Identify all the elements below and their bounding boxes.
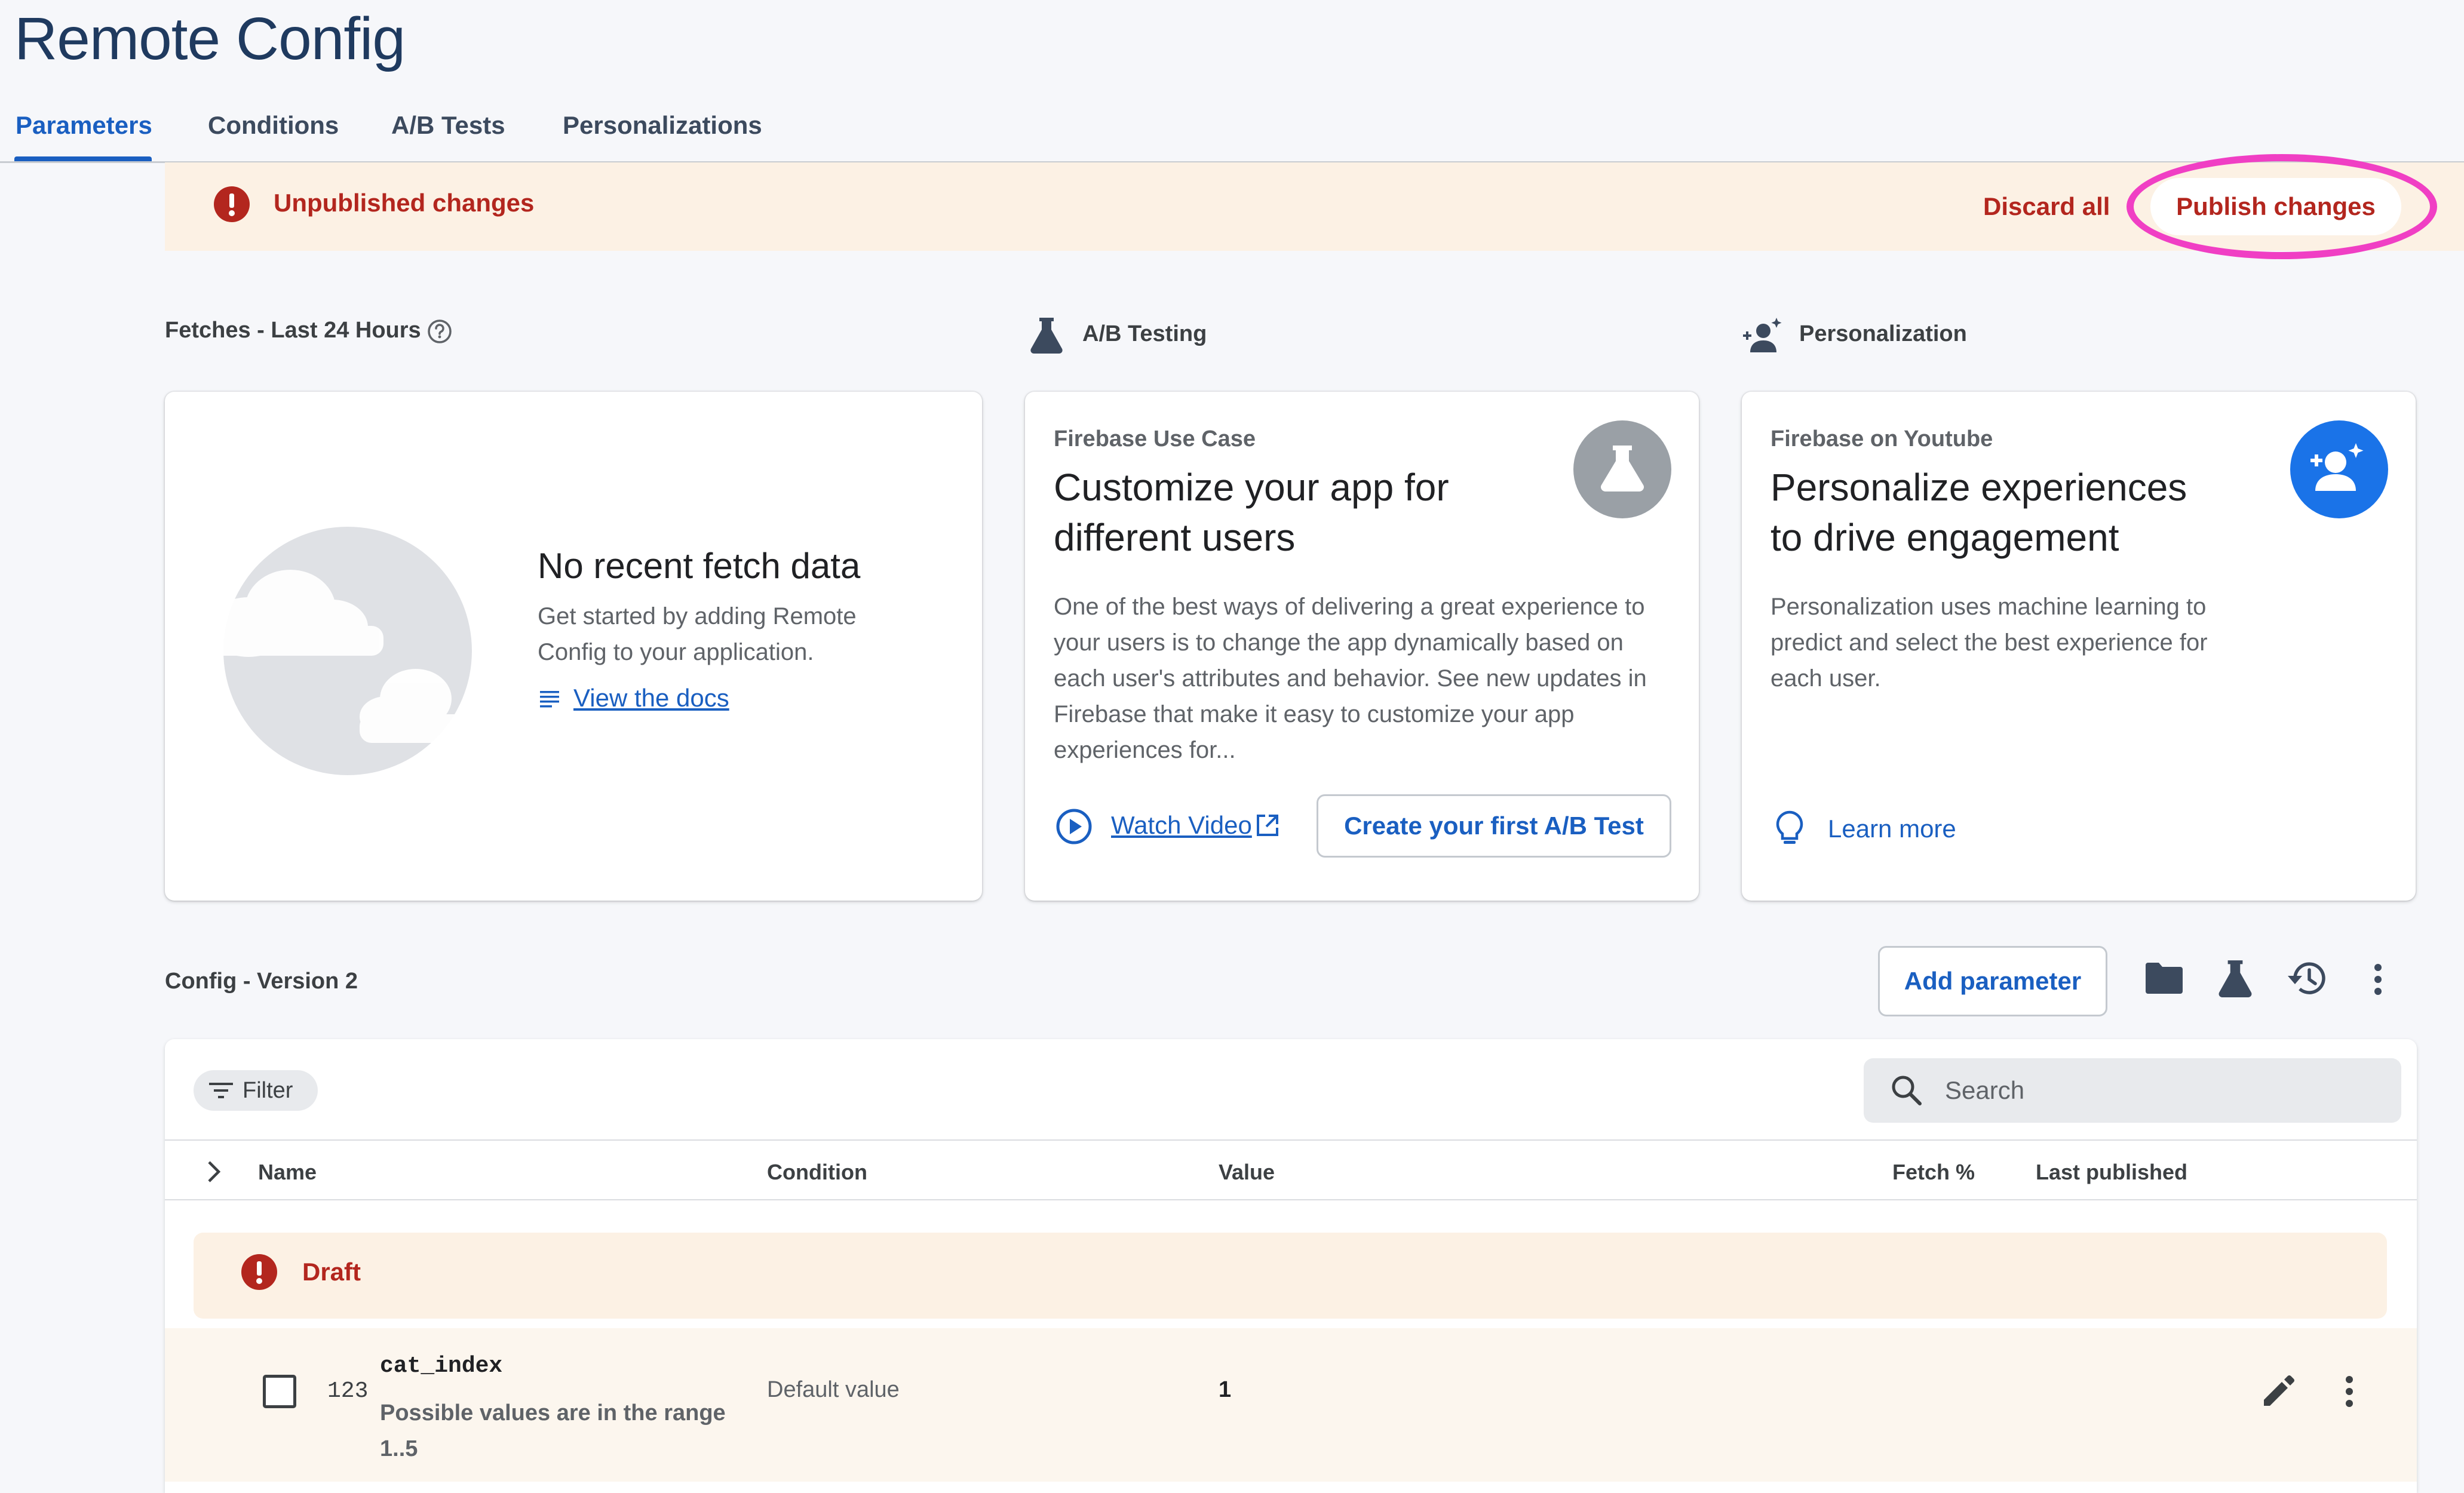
play-circle-icon[interactable] [1055, 807, 1093, 846]
page-title: Remote Config [14, 5, 406, 72]
draft-error-icon [240, 1253, 278, 1291]
parameter-value: 1 [1219, 1377, 1232, 1402]
create-ab-test-button[interactable]: Create your first A/B Test [1317, 794, 1671, 858]
parameter-name[interactable]: cat_index [380, 1353, 502, 1379]
highlight-annotation [2127, 154, 2437, 259]
docs-icon [540, 690, 561, 708]
help-icon[interactable] [426, 318, 453, 345]
filter-chip[interactable]: Filter [194, 1070, 318, 1111]
column-last-published[interactable]: Last published [2036, 1160, 2187, 1185]
folder-icon[interactable] [2144, 961, 2184, 995]
banner-message: Unpublished changes [274, 189, 535, 217]
fetch-card-body: Get started by adding Remote Config to y… [538, 603, 857, 665]
ab-testing-heading: A/B Testing [1082, 321, 1207, 346]
parameter-description: Possible values are in the range 1..5 [380, 1400, 726, 1461]
edit-pencil-icon[interactable] [2260, 1372, 2297, 1409]
table-header-divider-top [165, 1139, 2417, 1141]
personalization-card-body: Personalization uses machine learning to… [1770, 594, 2208, 692]
tab-bar: Parameters Conditions A/B Tests Personal… [0, 107, 2464, 163]
draft-label: Draft [302, 1258, 361, 1286]
search-icon [1890, 1074, 1923, 1107]
ab-flask-badge-icon [1573, 420, 1671, 518]
lightbulb-icon [1775, 810, 1804, 848]
table-header-divider-bottom [165, 1199, 2417, 1200]
config-version-label: Config - Version 2 [165, 969, 358, 994]
ab-card-eyebrow: Firebase Use Case [1054, 426, 1256, 451]
ab-card-title: Customize your app for different users [1054, 466, 1449, 559]
add-parameter-button[interactable]: Add parameter [1878, 946, 2107, 1016]
external-link-icon [1256, 813, 1279, 837]
number-type-icon: 123 [327, 1378, 369, 1404]
search-input[interactable] [1944, 1076, 2364, 1105]
personalization-card-eyebrow: Firebase on Youtube [1770, 426, 1993, 451]
draft-group-header [194, 1233, 2387, 1319]
learn-more-link[interactable]: Learn more [1828, 815, 1956, 843]
column-fetch-percent[interactable]: Fetch % [1892, 1160, 1975, 1185]
chevron-right-icon[interactable] [205, 1160, 222, 1184]
discard-all-button[interactable]: Discard all [1983, 192, 2110, 221]
parameter-condition: Default value [767, 1377, 900, 1402]
ab-card-body: One of the best ways of delivering a gre… [1054, 594, 1647, 763]
view-docs-link[interactable]: View the docs [573, 684, 729, 712]
personalization-heading: Personalization [1799, 321, 1967, 346]
column-name[interactable]: Name [258, 1160, 317, 1185]
tab-conditions[interactable]: Conditions [208, 107, 339, 160]
tab-personalizations[interactable]: Personalizations [563, 107, 762, 160]
search-field[interactable] [1864, 1058, 2401, 1123]
filter-label: Filter [243, 1077, 293, 1103]
active-tab-indicator [14, 156, 152, 161]
person-sparkle-icon [1743, 317, 1784, 355]
filter-list-icon [209, 1082, 233, 1099]
personalization-badge-icon [2290, 420, 2388, 518]
watch-video-link[interactable]: Watch Video [1111, 811, 1252, 840]
row-more-vert-icon[interactable] [2345, 1376, 2353, 1407]
cloud-illustration [189, 526, 487, 776]
personalization-card-title: Personalize experiences to drive engagem… [1770, 466, 2187, 559]
column-condition[interactable]: Condition [767, 1160, 867, 1185]
error-icon [213, 185, 251, 223]
fetches-heading: Fetches - Last 24 Hours [165, 318, 421, 343]
flask-icon [1029, 315, 1064, 354]
row-checkbox[interactable] [263, 1375, 296, 1408]
column-value[interactable]: Value [1219, 1160, 1275, 1185]
fetch-card-title: No recent fetch data [538, 546, 861, 586]
tab-ab-tests[interactable]: A/B Tests [391, 107, 505, 160]
history-icon[interactable] [2287, 959, 2328, 997]
flask-toolbar-icon[interactable] [2216, 958, 2254, 997]
tab-parameters[interactable]: Parameters [16, 107, 152, 160]
more-vert-icon[interactable] [2374, 964, 2382, 995]
